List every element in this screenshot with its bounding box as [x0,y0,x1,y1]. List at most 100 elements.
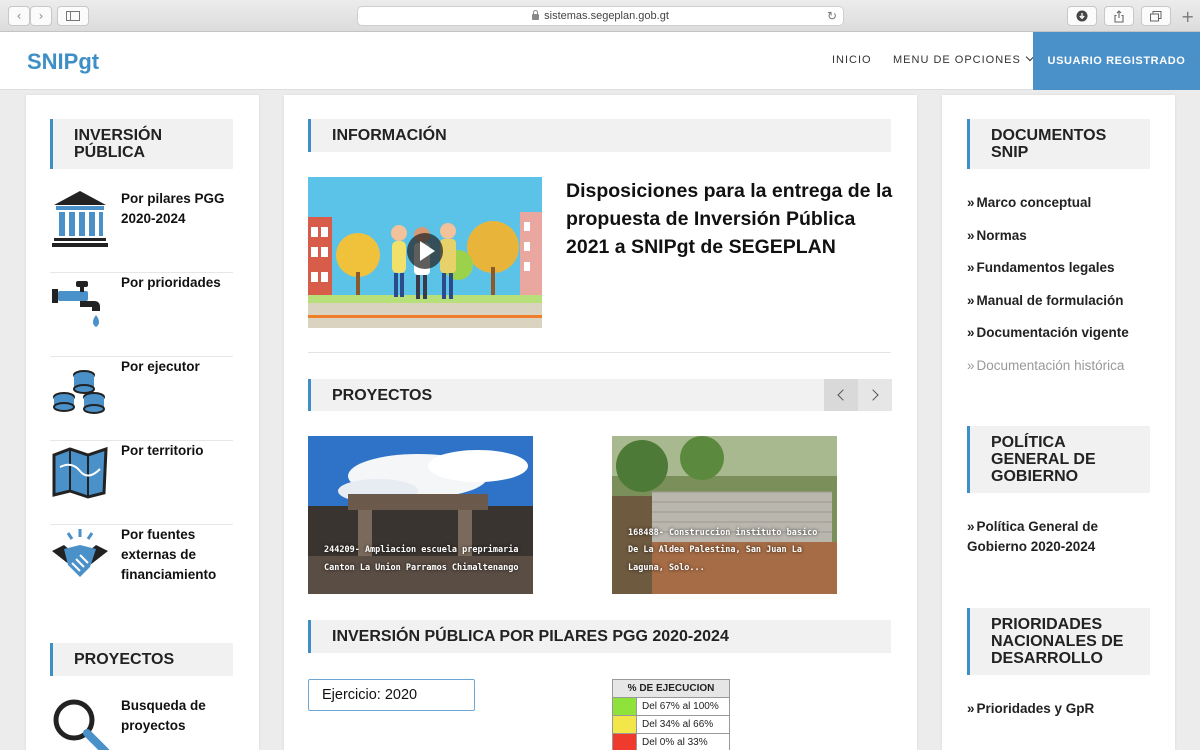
link-marker: » [967,293,975,308]
link-marker: » [967,358,975,373]
pilares-title: INVERSIÓN PÚBLICA POR PILARES PGG 2020-2… [332,628,729,645]
search-icon [53,699,110,750]
new-tab-icon[interactable]: + [1181,7,1194,26]
link-marker: » [967,519,975,534]
handshake-icon [52,529,108,577]
legend-label: Del 0% al 33% [642,737,708,748]
water-tap-icon [52,281,100,327]
site-logo[interactable]: SNIPgt [27,49,99,75]
link-marker: » [967,701,975,716]
doc-link-historica[interactable]: » Documentación histórica [967,356,1152,376]
map-icon [52,446,108,499]
sidebar-item-busqueda[interactable]: Busqueda de proyectos [50,696,233,750]
project-caption: 244209- Ampliacion escuela preprimaria C… [324,545,519,573]
url-text: sistemas.segeplan.gob.gt [544,10,669,22]
legend-swatch [613,716,637,733]
pgg-heading: POLÍTICA GENERAL DE GOBIERNO [967,426,1150,493]
sidebar-item-label: Por pilares PGG 2020-2024 [121,191,225,226]
carousel-next-button[interactable] [858,379,892,411]
documentos-heading: DOCUMENTOS SNIP [967,119,1150,169]
doc-link-label: Manual de formulación [976,293,1124,308]
sidebar-item-prioridades[interactable]: Por prioridades [50,273,233,357]
nav-inicio[interactable]: INICIO [832,54,872,66]
news-video-thumbnail[interactable] [308,177,542,328]
sidebar-icon [66,11,80,21]
prioridades-link[interactable]: » Prioridades y GpR [967,699,1152,719]
doc-link-label: Documentación vigente [976,325,1129,340]
legend-row: Del 0% al 33% [613,734,729,750]
sidebar-item-label: Busqueda de proyectos [121,698,206,733]
registered-user-button[interactable]: USUARIO REGISTRADO [1033,32,1200,90]
legend-row: Del 34% al 66% [613,716,729,734]
doc-link-fundamentos[interactable]: » Fundamentos legales [967,258,1152,278]
download-button[interactable] [1067,6,1097,26]
sidebar-item-label: Por prioridades [121,275,221,290]
project-caption: 168488- Construccion instituto basico De… [628,527,818,573]
sidebar-toggle-button[interactable] [57,6,89,26]
proyectos-title: PROYECTOS [332,386,433,404]
reload-icon[interactable]: ↻ [827,9,837,23]
forward-button[interactable]: › [30,6,52,26]
legend-title: % DE EJECUCION [613,680,729,698]
chevron-left-icon [837,389,849,401]
download-icon [1076,10,1088,22]
informacion-heading: INFORMACIÓN [308,119,891,152]
sidebar-item-label: Por territorio [121,443,204,458]
doc-link-vigente[interactable]: » Documentación vigente [967,323,1152,343]
sidebar-item-label: Por fuentes externas de financiamiento [121,527,217,582]
doc-link-manual[interactable]: » Manual de formulación [967,291,1152,311]
share-icon [1114,9,1124,23]
news-headline[interactable]: Disposiciones para la entrega de la prop… [566,177,896,261]
inversion-publica-heading: INVERSIÓN PÚBLICA [50,119,233,169]
tabs-button[interactable] [1141,6,1171,26]
carousel-prev-button[interactable] [824,379,858,411]
address-bar[interactable]: sistemas.segeplan.gob.gt ↻ [357,6,844,26]
prioridades-title: PRIORIDADES NACIONALES DE DESARROLLO [991,616,1124,667]
government-building-icon [52,191,108,247]
link-marker: » [967,325,975,340]
lock-icon [532,10,540,20]
sidebar-item-fuentes-externas[interactable]: Por fuentes externas de financiamiento [50,525,233,611]
sidebar-item-pilares[interactable]: Por pilares PGG 2020-2024 [50,189,233,273]
legend-swatch [613,698,637,715]
legend-label: Del 34% al 66% [642,719,714,730]
prioridades-heading: PRIORIDADES NACIONALES DE DESARROLLO [967,608,1150,675]
sidebar-item-ejecutor[interactable]: Por ejecutor [50,357,233,441]
legend-row: Del 67% al 100% [613,698,729,716]
coin-stacks-icon [53,370,105,414]
nav-menu-opciones[interactable]: MENU DE OPCIONES [893,52,1035,66]
inversion-publica-title: INVERSIÓN PÚBLICA [74,127,163,161]
link-marker: » [967,195,975,210]
link-marker: » [967,228,975,243]
chevron-right-icon [867,389,879,401]
video-illustration [308,177,542,328]
tabs-icon [1150,10,1162,21]
legend-label: Del 67% al 100% [642,701,719,712]
project-card[interactable]: 168488- Construccion instituto basico De… [612,436,837,594]
pgg-title: POLÍTICA GENERAL DE GOBIERNO [991,434,1096,485]
proyectos-heading: PROYECTOS [308,379,824,411]
sidebar-item-territorio[interactable]: Por territorio [50,441,233,525]
doc-link-label: Fundamentos legales [976,260,1115,275]
link-marker: » [967,260,975,275]
doc-link-marco[interactable]: » Marco conceptual [967,193,1152,213]
project-card[interactable]: 244209- Ampliacion escuela preprimaria C… [308,436,533,594]
ejercicio-select[interactable]: Ejercicio: 2020 [308,679,475,711]
nav-menu-label: MENU DE OPCIONES [893,54,1021,66]
proyectos-sidebar-heading: PROYECTOS [50,643,233,676]
back-button[interactable]: ‹ [8,6,30,26]
sidebar-item-label: Por ejecutor [121,359,200,374]
pgg-link-label: Política General de Gobierno 2020-2024 [967,519,1099,554]
doc-link-label: Documentación histórica [976,358,1125,373]
prioridades-link-label: Prioridades y GpR [976,701,1095,716]
site-header: SNIPgt INICIO MENU DE OPCIONES USUARIO R… [0,32,1200,90]
proyectos-sidebar-title: PROYECTOS [74,651,175,668]
execution-legend: % DE EJECUCION Del 67% al 100% Del 34% a… [612,679,730,750]
share-button[interactable] [1104,6,1134,26]
pilares-heading: INVERSIÓN PÚBLICA POR PILARES PGG 2020-2… [308,620,891,653]
doc-link-normas[interactable]: » Normas [967,226,1152,246]
pgg-link[interactable]: » Política General de Gobierno 2020-2024 [967,517,1152,557]
doc-link-label: Normas [976,228,1027,243]
legend-swatch [613,734,637,750]
documentos-title: DOCUMENTOS SNIP [991,127,1107,161]
